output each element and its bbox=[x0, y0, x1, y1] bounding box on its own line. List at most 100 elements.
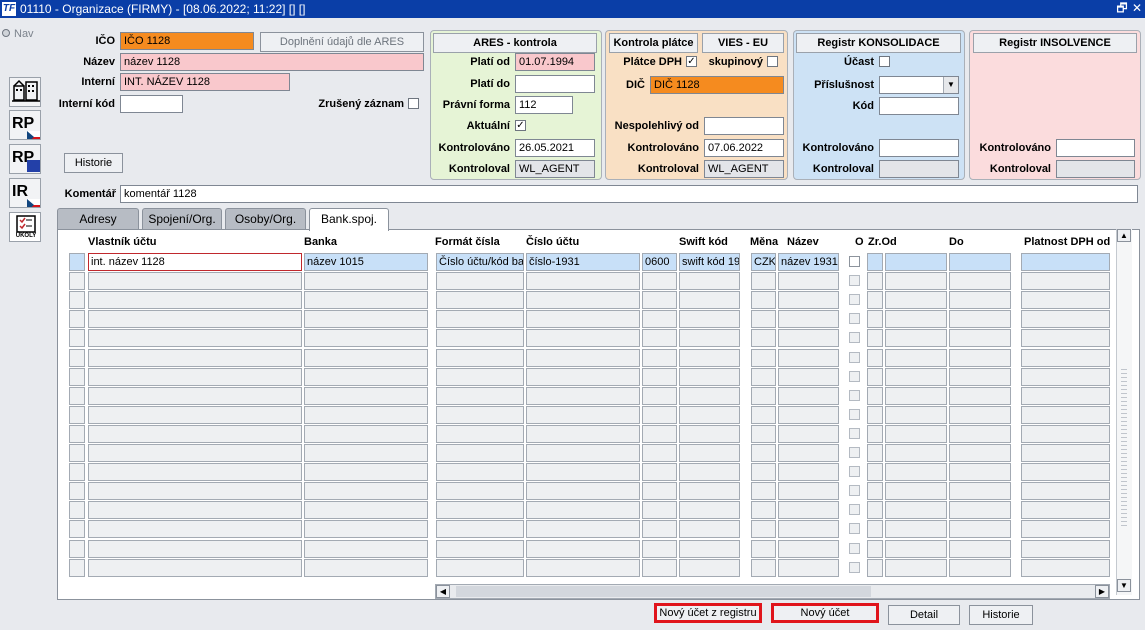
o-checkbox[interactable] bbox=[849, 428, 860, 439]
ares-kontrolovano-input[interactable]: 26.05.2021 bbox=[515, 139, 595, 157]
cell-vlastnik[interactable] bbox=[88, 540, 302, 558]
row-selector[interactable] bbox=[69, 272, 85, 290]
cell-vlastnik[interactable] bbox=[88, 559, 302, 577]
zr-selector[interactable] bbox=[867, 482, 883, 500]
historie-button[interactable]: Historie bbox=[64, 153, 123, 173]
cell-do[interactable] bbox=[949, 349, 1011, 367]
detail-button[interactable]: Detail bbox=[888, 605, 960, 625]
zr-selector[interactable] bbox=[867, 520, 883, 538]
cell-mena[interactable] bbox=[751, 520, 776, 538]
cell-kod[interactable] bbox=[642, 463, 677, 481]
scroll-down-icon[interactable]: ▼ bbox=[1117, 579, 1131, 592]
zr-selector[interactable] bbox=[867, 501, 883, 519]
pravni-forma-input[interactable]: 112 bbox=[515, 96, 573, 114]
tab-spojeni[interactable]: Spojení/Org. bbox=[142, 208, 222, 230]
row-selector[interactable] bbox=[69, 482, 85, 500]
cell-vlastnik[interactable] bbox=[88, 501, 302, 519]
historie-bank-button[interactable]: Historie bbox=[969, 605, 1033, 625]
cell-cislo[interactable] bbox=[526, 559, 640, 577]
o-checkbox[interactable] bbox=[849, 466, 860, 477]
nespolehlivy-input[interactable] bbox=[704, 117, 784, 135]
cell-mena[interactable] bbox=[751, 310, 776, 328]
cell-kod[interactable] bbox=[642, 540, 677, 558]
cell-kod[interactable] bbox=[642, 501, 677, 519]
cell-kod[interactable] bbox=[642, 444, 677, 462]
cell-do[interactable] bbox=[949, 291, 1011, 309]
skupinovy-checkbox[interactable] bbox=[767, 56, 778, 67]
o-checkbox[interactable] bbox=[849, 504, 860, 515]
cell-swift[interactable]: swift kód 19 bbox=[679, 253, 740, 271]
row-selector[interactable] bbox=[69, 368, 85, 386]
cell-cislo[interactable]: číslo-1931 bbox=[526, 253, 640, 271]
cell-do[interactable] bbox=[949, 310, 1011, 328]
cell-format[interactable] bbox=[436, 291, 524, 309]
cell-zr-od[interactable] bbox=[885, 349, 947, 367]
cell-vlastnik[interactable] bbox=[88, 387, 302, 405]
cell-banka[interactable] bbox=[304, 387, 428, 405]
cell-platnost[interactable] bbox=[1021, 444, 1110, 462]
row-selector[interactable] bbox=[69, 310, 85, 328]
o-checkbox[interactable] bbox=[849, 523, 860, 534]
o-checkbox[interactable] bbox=[849, 543, 860, 554]
ares-kontrola-button[interactable]: ARES - kontrola bbox=[433, 33, 597, 53]
row-selector[interactable] bbox=[69, 387, 85, 405]
rp-cz-icon[interactable]: RP bbox=[9, 110, 41, 140]
interni-kod-input[interactable] bbox=[120, 95, 183, 113]
scroll-left-icon[interactable]: ◀ bbox=[436, 585, 450, 598]
cell-swift[interactable] bbox=[679, 425, 740, 443]
cell-kod[interactable] bbox=[642, 482, 677, 500]
cell-format[interactable] bbox=[436, 482, 524, 500]
cell-vlastnik[interactable] bbox=[88, 272, 302, 290]
cell-zr-od[interactable] bbox=[885, 272, 947, 290]
cell-banka[interactable] bbox=[304, 406, 428, 424]
cell-mena[interactable] bbox=[751, 444, 776, 462]
cell-platnost[interactable] bbox=[1021, 482, 1110, 500]
cell-cislo[interactable] bbox=[526, 329, 640, 347]
kod-input[interactable] bbox=[879, 97, 959, 115]
cell-zr-od[interactable] bbox=[885, 310, 947, 328]
zr-selector[interactable] bbox=[867, 272, 883, 290]
cell-do[interactable] bbox=[949, 329, 1011, 347]
cell-mena[interactable] bbox=[751, 425, 776, 443]
cell-do[interactable] bbox=[949, 387, 1011, 405]
cell-nazev[interactable] bbox=[778, 425, 839, 443]
cell-banka[interactable] bbox=[304, 444, 428, 462]
cell-mena[interactable]: CZK bbox=[751, 253, 776, 271]
cell-banka[interactable] bbox=[304, 463, 428, 481]
cell-mena[interactable] bbox=[751, 272, 776, 290]
row-selector[interactable] bbox=[69, 463, 85, 481]
cell-format[interactable] bbox=[436, 387, 524, 405]
cell-vlastnik[interactable]: int. název 1128 bbox=[88, 253, 302, 271]
o-checkbox[interactable] bbox=[849, 294, 860, 305]
cell-do[interactable] bbox=[949, 463, 1011, 481]
cell-zr-od[interactable] bbox=[885, 540, 947, 558]
cell-cislo[interactable] bbox=[526, 444, 640, 462]
dic-input[interactable]: DIČ 1128 bbox=[650, 76, 784, 94]
ucast-checkbox[interactable] bbox=[879, 56, 890, 67]
cell-platnost[interactable] bbox=[1021, 291, 1110, 309]
cell-zr-od[interactable] bbox=[885, 501, 947, 519]
novy-ucet-button[interactable]: Nový účet bbox=[771, 603, 879, 623]
vertical-scrollbar[interactable]: ▲ ▼ bbox=[1116, 229, 1132, 595]
cell-platnost[interactable] bbox=[1021, 540, 1110, 558]
cell-swift[interactable] bbox=[679, 349, 740, 367]
cell-cislo[interactable] bbox=[526, 406, 640, 424]
scroll-up-icon[interactable]: ▲ bbox=[1117, 229, 1131, 242]
cell-do[interactable] bbox=[949, 272, 1011, 290]
interni-input[interactable]: INT. NÁZEV 1128 bbox=[120, 73, 290, 91]
cell-platnost[interactable] bbox=[1021, 559, 1110, 577]
cell-do[interactable] bbox=[949, 368, 1011, 386]
cell-mena[interactable] bbox=[751, 406, 776, 424]
zr-selector[interactable] bbox=[867, 425, 883, 443]
cell-zr-od[interactable] bbox=[885, 520, 947, 538]
organization-icon[interactable] bbox=[9, 77, 41, 107]
cell-mena[interactable] bbox=[751, 559, 776, 577]
cell-nazev[interactable] bbox=[778, 501, 839, 519]
cell-nazev[interactable] bbox=[778, 349, 839, 367]
cell-banka[interactable] bbox=[304, 368, 428, 386]
cell-mena[interactable] bbox=[751, 463, 776, 481]
tab-adresy[interactable]: Adresy bbox=[57, 208, 139, 230]
insolvence-button[interactable]: Registr INSOLVENCE bbox=[973, 33, 1137, 53]
cell-cislo[interactable] bbox=[526, 425, 640, 443]
cell-banka[interactable] bbox=[304, 310, 428, 328]
